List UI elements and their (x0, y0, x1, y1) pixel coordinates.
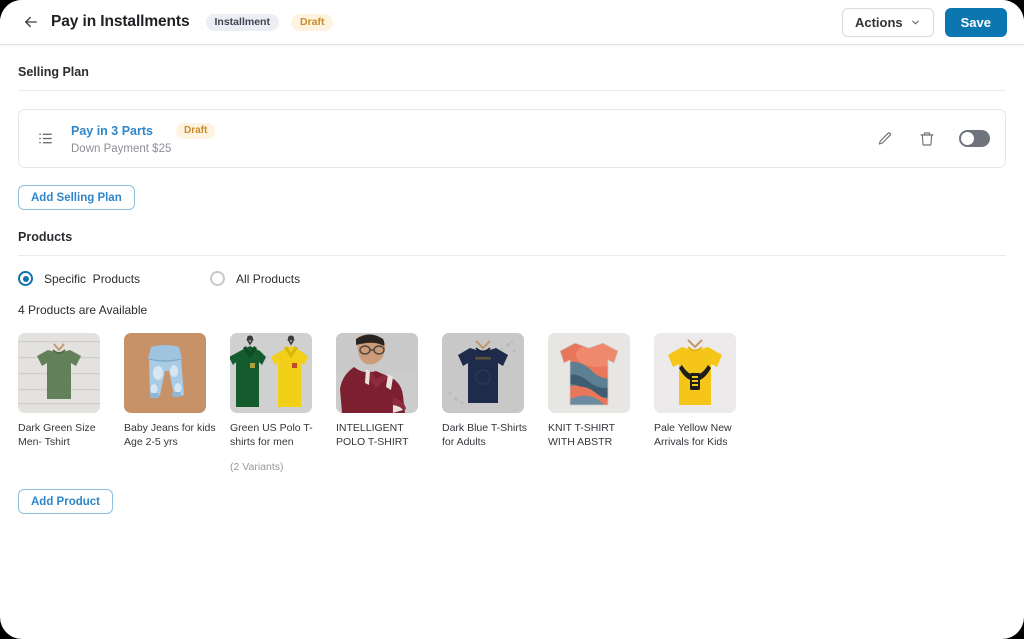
product-thumbnail (336, 333, 418, 413)
selling-plan-section-title: Selling Plan (18, 45, 1006, 90)
edit-plan-button[interactable] (875, 129, 895, 149)
product-name: Dark Green Size Men- Tshirt (18, 422, 113, 449)
arrow-left-icon (22, 13, 40, 31)
pencil-icon (877, 131, 893, 147)
product-name: Dark Blue T-Shirts for Adults (442, 422, 537, 449)
list-icon (35, 129, 55, 149)
product-name: INTELLIGENT POLO T-SHIRT (336, 422, 431, 449)
product-thumbnail (230, 333, 312, 413)
delete-plan-button[interactable] (917, 129, 937, 149)
add-product-label: Add Product (31, 496, 100, 508)
page-content: Selling Plan Pay in 3 Parts Draft Dow (0, 45, 1024, 514)
product-card[interactable]: KNIT T-SHIRT WITH ABSTR (548, 333, 630, 449)
product-scope-radio-group: Specific Products All Products (18, 256, 1006, 286)
radio-icon-specific (18, 271, 33, 286)
product-card[interactable]: Dark Green Size Men- Tshirt (18, 333, 100, 449)
radio-label-specific: Specific Products (44, 272, 140, 286)
product-card[interactable]: Dark Blue T-Shirts for Adults (442, 333, 524, 449)
product-card[interactable]: Baby Jeans for kids Age 2-5 yrs (124, 333, 206, 449)
product-variant-count: (2 Variants) (230, 461, 312, 473)
selling-plan-divider (18, 90, 1006, 91)
selling-plan-card[interactable]: Pay in 3 Parts Draft Down Payment $25 (18, 109, 1006, 168)
selling-plan-status-badge: Draft (176, 123, 215, 139)
selling-plan-name-link[interactable]: Pay in 3 Parts (71, 124, 153, 138)
product-grid: Dark Green Size Men- Tshirt Baby Jeans f… (18, 317, 1006, 473)
add-product-wrapper: Add Product (18, 489, 1006, 514)
save-button-label: Save (961, 15, 991, 30)
radio-label-all: All Products (236, 272, 300, 286)
toggle-knob (961, 132, 974, 145)
badge-installment: Installment (206, 14, 279, 31)
product-thumbnail (442, 333, 524, 413)
product-thumbnail (18, 333, 100, 413)
add-selling-plan-button[interactable]: Add Selling Plan (18, 185, 135, 210)
products-available-count: 4 Products are Available (18, 286, 1006, 317)
product-card[interactable]: INTELLIGENT POLO T-SHIRT (336, 333, 418, 449)
selling-plan-info: Pay in 3 Parts Draft Down Payment $25 (71, 123, 215, 155)
back-button[interactable] (18, 9, 44, 35)
actions-button-label: Actions (855, 15, 903, 30)
selling-plan-toggle[interactable] (959, 130, 990, 147)
chevron-down-icon (910, 17, 921, 28)
save-button[interactable]: Save (945, 8, 1007, 37)
add-selling-plan-label: Add Selling Plan (31, 192, 122, 204)
header-actions: Actions Save (842, 8, 1007, 37)
product-name: Pale Yellow New Arrivals for Kids (654, 422, 749, 449)
selling-plan-row-actions (875, 129, 992, 149)
product-card[interactable]: Pale Yellow New Arrivals for Kids (654, 333, 736, 449)
add-selling-plan-wrapper: Add Selling Plan (18, 185, 1006, 210)
badge-draft: Draft (291, 14, 334, 31)
product-thumbnail (654, 333, 736, 413)
product-name: Baby Jeans for kids Age 2-5 yrs (124, 422, 219, 449)
selling-plan-subtitle: Down Payment $25 (71, 143, 215, 155)
add-product-button[interactable]: Add Product (18, 489, 113, 514)
radio-icon-all (210, 271, 225, 286)
radio-all-products[interactable]: All Products (210, 271, 300, 286)
product-thumbnail (124, 333, 206, 413)
product-thumbnail (548, 333, 630, 413)
actions-button[interactable]: Actions (842, 8, 934, 37)
products-section-title: Products (18, 210, 1006, 255)
trash-icon (919, 131, 935, 147)
product-card[interactable]: Green US Polo T-shirts for men(2 Variant… (230, 333, 312, 473)
page-header: Pay in Installments Installment Draft Ac… (0, 0, 1024, 45)
product-name: Green US Polo T-shirts for men (230, 422, 325, 449)
page-title: Pay in Installments (51, 13, 190, 31)
app-window: Pay in Installments Installment Draft Ac… (0, 0, 1024, 639)
product-name: KNIT T-SHIRT WITH ABSTR (548, 422, 643, 449)
radio-specific-products[interactable]: Specific Products (18, 271, 140, 286)
